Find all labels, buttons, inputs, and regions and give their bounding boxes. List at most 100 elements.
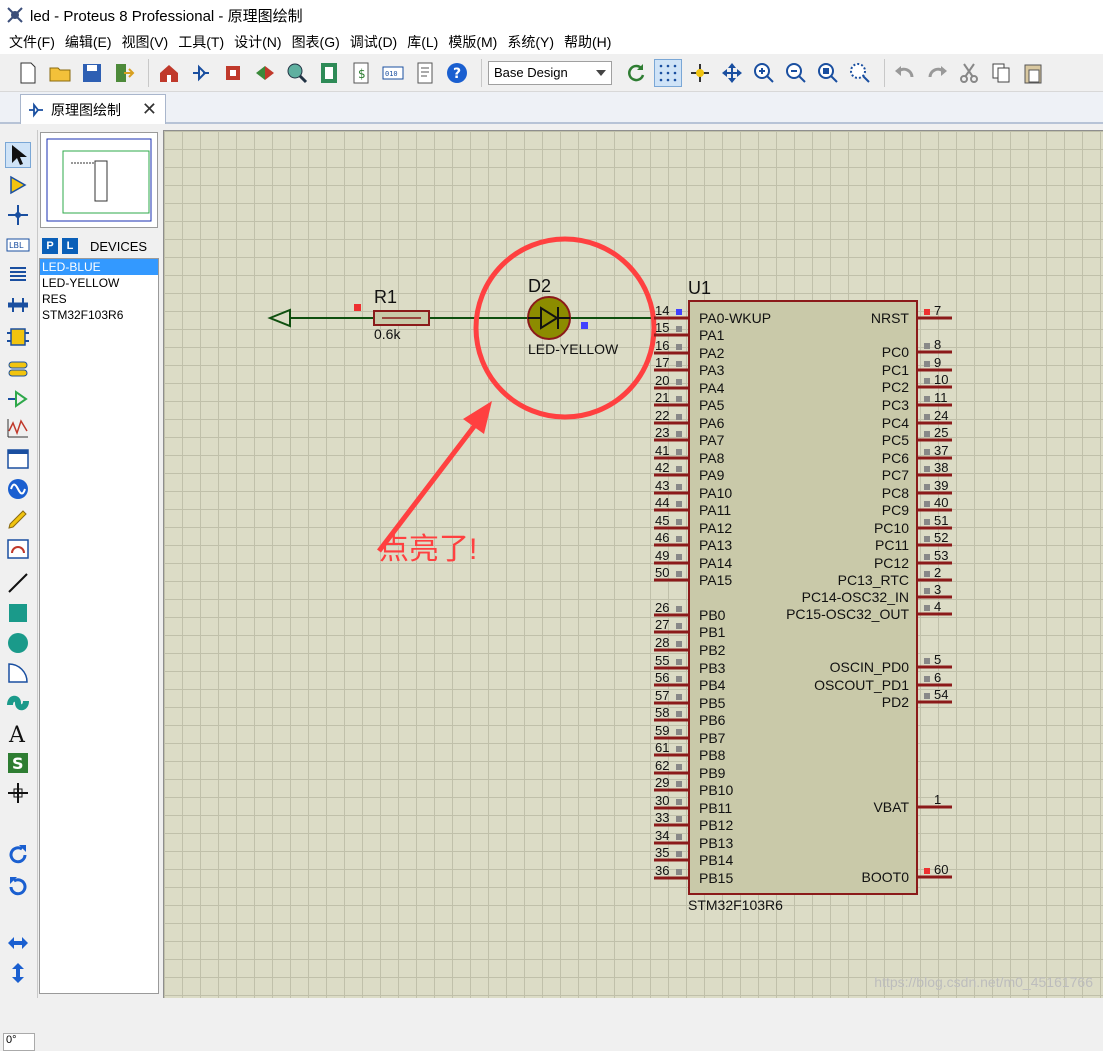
- device-item-stm32f103r6[interactable]: STM32F103R6: [40, 307, 158, 323]
- design-explorer-icon[interactable]: [315, 59, 343, 87]
- grid-toggle-icon[interactable]: [654, 58, 682, 87]
- zoom-in-icon[interactable]: [750, 59, 778, 87]
- mirror-horizontal-icon[interactable]: [5, 930, 31, 956]
- box-tool-icon[interactable]: [5, 600, 31, 626]
- circle-tool-icon[interactable]: [5, 630, 31, 656]
- pin-number: 9: [934, 355, 941, 370]
- pin-label: PA0-WKUP: [699, 310, 771, 326]
- schematic-icon[interactable]: [187, 59, 215, 87]
- junction-mode-icon[interactable]: [5, 202, 31, 228]
- led-d2[interactable]: [527, 296, 571, 340]
- pin-label: PC3: [882, 397, 909, 413]
- path-tool-icon[interactable]: [5, 690, 31, 716]
- pin-label: PB5: [699, 695, 726, 711]
- paste-icon[interactable]: [1019, 59, 1047, 87]
- bus-mode-icon[interactable]: [5, 292, 31, 318]
- design-variant-select[interactable]: Base Design: [488, 60, 612, 85]
- resistor-r1[interactable]: [373, 310, 430, 326]
- terminal-arrow[interactable]: [267, 308, 291, 328]
- pin-number: 26: [655, 600, 669, 615]
- rotate-clockwise-icon[interactable]: [5, 842, 31, 868]
- project-notes-icon[interactable]: [411, 59, 439, 87]
- subcircuit-mode-icon[interactable]: [5, 324, 31, 350]
- pin-number: 44: [655, 495, 669, 510]
- bill-of-materials-icon[interactable]: $: [347, 59, 375, 87]
- pin-number: 38: [934, 460, 948, 475]
- text-tool-icon[interactable]: A: [5, 720, 31, 746]
- help-icon[interactable]: ?: [443, 59, 471, 87]
- line-tool-icon[interactable]: [5, 570, 31, 596]
- menu-graph[interactable]: 图表(G): [287, 32, 345, 52]
- menu-library[interactable]: 库(L): [402, 32, 443, 52]
- new-file-icon[interactable]: [14, 59, 42, 87]
- menu-tools[interactable]: 工具(T): [173, 32, 229, 52]
- overview-preview[interactable]: [40, 132, 158, 228]
- pin-number: 52: [934, 530, 948, 545]
- arc-tool-icon[interactable]: [5, 660, 31, 686]
- menu-help[interactable]: 帮助(H): [559, 32, 616, 52]
- menu-debug[interactable]: 调试(D): [345, 32, 402, 52]
- rotation-angle-field[interactable]: 0°: [3, 1033, 35, 1051]
- 3d-viewer-icon[interactable]: [251, 59, 279, 87]
- device-list: LED-BLUE LED-YELLOW RES STM32F103R6: [39, 258, 159, 994]
- terminals-mode-icon[interactable]: [5, 356, 31, 382]
- pin-number: 4: [934, 599, 941, 614]
- u1-reference: U1: [688, 278, 711, 298]
- pin-number: 22: [655, 408, 669, 423]
- pin-label: PD2: [882, 694, 909, 710]
- rotate-anticlockwise-icon[interactable]: [5, 874, 31, 900]
- zoom-all-icon[interactable]: [814, 59, 842, 87]
- wire-label-mode-icon[interactable]: LBL: [5, 232, 31, 258]
- text-script-mode-icon[interactable]: [5, 262, 31, 288]
- pin-label: NRST: [871, 310, 910, 326]
- virtual-instruments-mode-icon[interactable]: [5, 536, 31, 562]
- selection-mode-icon[interactable]: [5, 142, 31, 168]
- generator-mode-icon[interactable]: [5, 476, 31, 502]
- pin-label: PB6: [699, 712, 726, 728]
- pin-number: 20: [655, 373, 669, 388]
- gerber-viewer-icon[interactable]: [283, 59, 311, 87]
- voltage-probe-mode-icon[interactable]: [5, 506, 31, 532]
- zoom-out-icon[interactable]: [782, 59, 810, 87]
- source-code-icon[interactable]: 010: [379, 59, 407, 87]
- menu-system[interactable]: 系统(Y): [502, 32, 559, 52]
- library-manager-button[interactable]: L: [62, 238, 78, 254]
- pan-icon[interactable]: [718, 59, 746, 87]
- device-item-led-blue[interactable]: LED-BLUE: [40, 259, 158, 275]
- menu-template[interactable]: 模版(M): [443, 32, 502, 52]
- home-icon[interactable]: [155, 59, 183, 87]
- import-icon[interactable]: [110, 59, 138, 87]
- origin-icon[interactable]: [686, 59, 714, 87]
- symbol-tool-icon[interactable]: S: [5, 750, 31, 776]
- refresh-icon[interactable]: [622, 59, 650, 87]
- proteus-app-icon: [7, 7, 23, 23]
- device-item-res[interactable]: RES: [40, 291, 158, 307]
- marker-tool-icon[interactable]: [5, 780, 31, 806]
- mirror-vertical-icon[interactable]: [5, 960, 31, 986]
- graph-mode-icon[interactable]: [5, 416, 31, 442]
- save-icon[interactable]: [78, 59, 106, 87]
- svg-text:$: $: [358, 67, 366, 81]
- close-tab-icon[interactable]: ✕: [142, 99, 157, 120]
- zoom-area-icon[interactable]: [846, 59, 874, 87]
- open-folder-icon[interactable]: [46, 59, 74, 87]
- device-pins-mode-icon[interactable]: [5, 386, 31, 412]
- redo-icon[interactable]: [923, 59, 951, 87]
- undo-icon[interactable]: [891, 59, 919, 87]
- annotation-text: 点亮了!: [379, 533, 477, 566]
- copy-icon[interactable]: [987, 59, 1015, 87]
- tape-recorder-mode-icon[interactable]: [5, 446, 31, 472]
- pin-label: PA3: [699, 362, 725, 378]
- pick-devices-button[interactable]: P: [42, 238, 58, 254]
- tab-schematic-capture[interactable]: 原理图绘制 ✕: [20, 94, 166, 124]
- menu-edit[interactable]: 编辑(E): [60, 32, 117, 52]
- pcb-layout-icon[interactable]: [219, 59, 247, 87]
- menu-file[interactable]: 文件(F): [4, 32, 60, 52]
- component-mode-icon[interactable]: [5, 172, 31, 198]
- cut-icon[interactable]: [955, 59, 983, 87]
- device-item-led-yellow[interactable]: LED-YELLOW: [40, 275, 158, 291]
- pin-label: PC2: [882, 379, 909, 395]
- menu-design[interactable]: 设计(N): [229, 32, 286, 52]
- schematic-canvas[interactable]: R1 0.6k D2 LED-YELLOW 点亮了! U1 STM32F103R…: [163, 130, 1103, 998]
- menu-view[interactable]: 视图(V): [117, 32, 174, 52]
